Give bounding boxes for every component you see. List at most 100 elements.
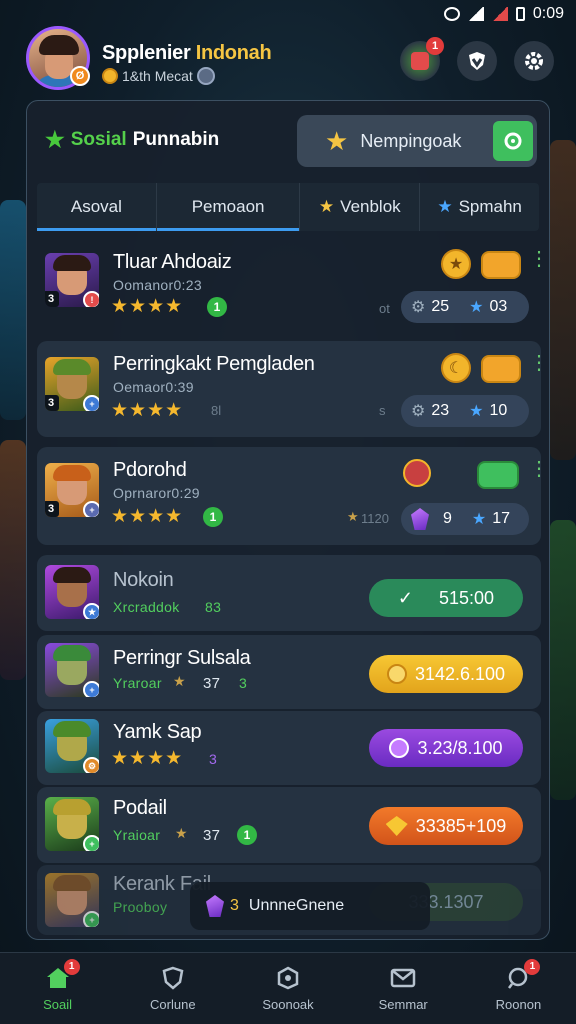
search-bar[interactable]: ★ Nempingoak — [297, 115, 537, 167]
events-button[interactable]: 1 — [400, 37, 444, 81]
nav-roonon[interactable]: 1 Roonon — [461, 953, 576, 1024]
star-small-icon: ★ — [347, 509, 359, 524]
level-icon: 1 — [237, 825, 257, 845]
notification-badge: 1 — [63, 959, 80, 975]
panel-title: ★ Sosial Punnabin — [45, 127, 220, 152]
star-icon: ★ — [471, 511, 487, 528]
rank-badge-icon: + — [83, 681, 99, 697]
buy-button[interactable]: 3142.6.100 — [369, 655, 523, 693]
stats-bar: 9 ★ 17 — [401, 503, 529, 535]
coin-icon[interactable]: ★ — [441, 249, 471, 279]
gear-icon — [525, 52, 543, 70]
more-menu-icon[interactable]: ⋮ — [529, 353, 549, 373]
star-icon: ★ — [469, 299, 484, 316]
gear-icon: ⚙ — [411, 403, 426, 420]
level-icon: 1 — [207, 297, 227, 317]
star-icon: ★ — [325, 125, 349, 156]
rating-stars: ★★★★ — [111, 400, 184, 421]
stats-bar: ⚙ 25 ★ 03 — [401, 291, 529, 323]
alarm-icon — [443, 7, 460, 21]
coin-icon[interactable]: ☾ — [441, 353, 471, 383]
gem-icon — [389, 738, 410, 758]
store-icon — [274, 965, 302, 991]
star-small-icon: ★ — [173, 673, 186, 689]
more-menu-icon[interactable]: ⋮ — [529, 459, 549, 479]
background-right-building — [550, 140, 576, 460]
gear-icon: ⚙ — [411, 299, 426, 316]
gem-icon — [206, 895, 224, 917]
star-icon: ★ — [437, 197, 453, 216]
profile-name: Spplenier Indonah — [102, 42, 272, 64]
star-icon: ★ — [45, 127, 65, 152]
level-badge: Ø — [70, 66, 90, 86]
check-icon: ✓ — [397, 587, 414, 608]
star-icon: ★ — [318, 197, 335, 216]
gift-icon — [411, 52, 429, 70]
nav-soonoak[interactable]: Soonoak — [230, 953, 345, 1024]
search-go-button[interactable] — [493, 121, 533, 161]
list-item[interactable]: 3 + Pdorohd Oprnaror0:29 ★★★★ 1 ⋮ ★ 1120… — [37, 447, 549, 545]
notification-badge: 1 — [524, 959, 541, 975]
reward-chest-icon[interactable] — [481, 251, 521, 279]
refresh-icon — [504, 132, 522, 150]
battery-icon — [515, 7, 525, 21]
green-reward-icon[interactable] — [477, 461, 519, 489]
mail-icon — [389, 965, 417, 991]
rank-emblem-icon — [196, 67, 215, 85]
tab-venblok[interactable]: ★ Venblok — [300, 183, 421, 231]
signal-icon — [467, 7, 484, 21]
rank-badge-icon: + — [83, 395, 99, 411]
tab-pemoaon[interactable]: Pemoaon — [156, 183, 301, 231]
gold-gem-icon — [385, 816, 408, 836]
background-left-lights — [0, 440, 26, 680]
list-item[interactable]: + Perringr Sulsala Yraroar ★ 37 3 3142.6… — [37, 635, 541, 709]
profile-subtitle: 1&th Mecat — [102, 67, 215, 85]
rank-badge-icon: + — [83, 835, 99, 851]
profile-header: Ø Spplenier Indonah 1&th Mecat 1 — [0, 26, 576, 94]
level-icon: 1 — [203, 507, 223, 527]
rank-badge-icon: ! — [83, 291, 99, 307]
list-item[interactable]: ★ Nokoin Xrcraddok 83 ✓ 515:00 — [37, 555, 541, 631]
search-icon: 1 — [504, 959, 541, 991]
shield-icon — [159, 965, 187, 991]
list-item[interactable]: ⚙ Yamk Sap ★★★★ 3 3.23/8.100 — [37, 711, 541, 785]
buy-button[interactable]: 33385+109 — [369, 807, 523, 845]
more-menu-icon[interactable]: ⋮ — [529, 249, 549, 269]
tab-asoval[interactable]: Asoval — [37, 183, 157, 231]
rating-stars: ★★★★ — [111, 748, 184, 769]
nav-semmar[interactable]: Semmar — [346, 953, 461, 1024]
player-avatar: ⚙ — [45, 719, 99, 773]
star-small-icon: ★ — [175, 825, 188, 841]
list-item[interactable]: + Podail Yraioar ★ 37 1 33385+109 — [37, 787, 541, 863]
stats-bar: ⚙ 23 ★ 10 — [401, 395, 529, 427]
shield-icon — [469, 52, 485, 70]
rating-stars: ★★★★ — [111, 296, 184, 317]
toast-notification: 3 UnnneGnene — [190, 882, 430, 930]
player-avatar: + — [45, 873, 99, 927]
nav-social[interactable]: 1 Soail — [0, 953, 115, 1024]
buy-button[interactable]: 3.23/8.100 — [369, 729, 523, 767]
background-left-building — [0, 200, 26, 420]
signal-icon-2 — [491, 7, 508, 21]
social-panel: ★ Sosial Punnabin ★ Nempingoak Asoval Pe… — [26, 100, 550, 940]
gem-icon — [411, 508, 429, 530]
shield-red-icon[interactable] — [403, 459, 431, 487]
bottom-navigation: 1 Soail Corlune Soonoak Semmar 1 Roonon — [0, 952, 576, 1024]
claimed-button[interactable]: ✓ 515:00 — [369, 579, 523, 617]
nav-corlune[interactable]: Corlune — [115, 953, 230, 1024]
list-item[interactable]: 3 ! Tluar Ahdoaiz Oomanor0:23 ★★★★ 1 ★ ⋮… — [37, 239, 549, 331]
settings-button[interactable] — [514, 41, 554, 81]
shield-button[interactable] — [457, 41, 497, 81]
rank-badge-icon: + — [83, 501, 99, 517]
rank-badge-icon: ⚙ — [83, 757, 99, 773]
reward-chest-icon[interactable] — [481, 355, 521, 383]
list-item[interactable]: 3 + Perringkakt Pemgladen Oemaor0:39 ★★★… — [37, 341, 549, 437]
player-avatar: 3 + — [45, 357, 99, 411]
rating-stars: ★★★★ — [111, 506, 184, 527]
player-avatar: 3 ! — [45, 253, 99, 307]
notification-badge: 1 — [426, 37, 444, 55]
tab-spmahn[interactable]: ★ Spmahn — [420, 183, 539, 231]
status-bar: 0:09 — [0, 0, 576, 28]
status-time: 0:09 — [532, 5, 564, 22]
rank-badge-icon: + — [83, 911, 99, 927]
